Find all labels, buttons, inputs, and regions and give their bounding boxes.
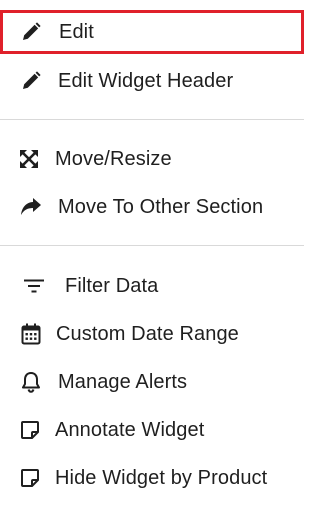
menu-item-custom-date-range[interactable]: Custom Date Range — [0, 312, 304, 356]
note-icon — [19, 419, 41, 441]
widget-context-menu: Edit Edit Widget Header Move/Resize Move… — [0, 0, 304, 516]
menu-item-move-to-other-section[interactable]: Move To Other Section — [0, 185, 304, 229]
bell-icon — [20, 371, 42, 393]
menu-item-label: Annotate Widget — [55, 419, 205, 441]
menu-item-move-resize[interactable]: Move/Resize — [0, 137, 304, 181]
menu-item-manage-alerts[interactable]: Manage Alerts — [0, 360, 304, 404]
calendar-icon — [20, 323, 42, 345]
menu-item-label: Hide Widget by Product — [55, 467, 268, 489]
menu-item-edit[interactable]: Edit — [0, 10, 304, 54]
pencil-icon — [20, 70, 42, 92]
pencil-icon — [20, 21, 42, 43]
menu-divider — [0, 245, 304, 246]
share-arrow-icon — [20, 196, 42, 218]
menu-item-label: Edit — [59, 21, 94, 43]
menu-item-hide-widget-by-product[interactable]: Hide Widget by Product — [0, 456, 304, 500]
menu-item-label: Move To Other Section — [58, 196, 264, 218]
filter-icon — [23, 275, 45, 297]
menu-item-label: Edit Widget Header — [58, 70, 234, 92]
menu-item-filter-data[interactable]: Filter Data — [0, 264, 304, 308]
expand-arrows-icon — [18, 148, 40, 170]
menu-item-label: Manage Alerts — [58, 371, 188, 393]
menu-item-label: Custom Date Range — [56, 323, 239, 345]
menu-item-label: Move/Resize — [55, 148, 172, 170]
menu-item-label: Filter Data — [65, 275, 159, 297]
note-icon — [19, 467, 41, 489]
menu-item-edit-widget-header[interactable]: Edit Widget Header — [0, 59, 304, 103]
menu-item-annotate-widget[interactable]: Annotate Widget — [0, 408, 304, 452]
menu-divider — [0, 119, 304, 120]
